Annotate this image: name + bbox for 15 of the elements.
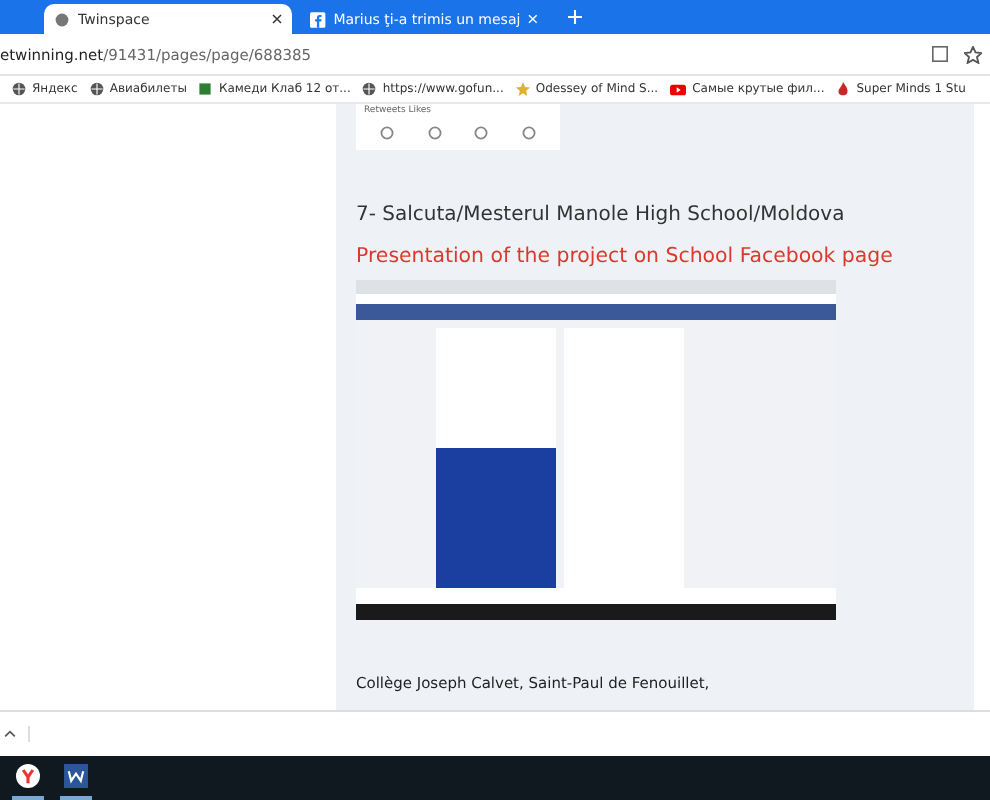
close-icon[interactable] (272, 14, 282, 24)
facebook-icon (310, 11, 326, 27)
globe-icon (12, 82, 26, 96)
globe-icon (362, 82, 377, 96)
section-heading: 7- Salcuta/Mesterul Manole High School/Moldova (356, 204, 847, 226)
site-icon (54, 11, 70, 27)
video-play-icon (670, 83, 687, 95)
caret-icon[interactable] (4, 730, 16, 738)
app-icon (198, 82, 213, 96)
new-tab-icon[interactable] (568, 10, 582, 24)
globe-icon (89, 82, 104, 96)
translate-icon[interactable] (932, 46, 948, 62)
section-subheading: Presentation of the project on School Facebook page (356, 246, 895, 268)
star-icon (515, 82, 530, 96)
star-outline-icon[interactable] (964, 45, 982, 63)
